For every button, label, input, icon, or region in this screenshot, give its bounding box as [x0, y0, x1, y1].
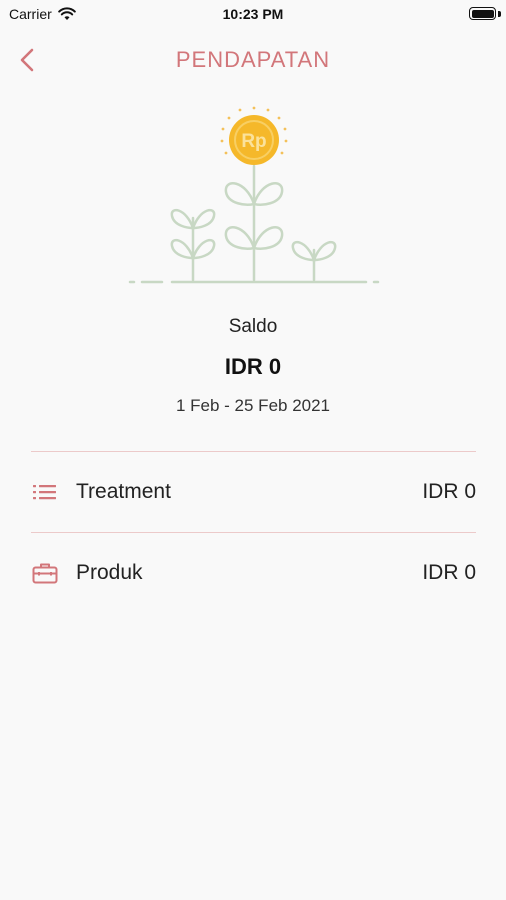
plant-left — [170, 208, 216, 282]
divider — [31, 532, 476, 533]
income-row-produk[interactable]: Produk IDR 0 — [31, 543, 476, 603]
briefcase-icon — [31, 559, 59, 587]
plant-right — [291, 240, 337, 282]
money-plant-illustration: Rp — [128, 106, 380, 284]
page-title: PENDAPATAN — [175, 47, 331, 72]
income-row-treatment[interactable]: Treatment IDR 0 — [31, 462, 476, 522]
row-label: Produk — [76, 561, 143, 584]
status-bar: Carrier 10:23 PM — [0, 0, 506, 28]
status-time: 10:23 PM — [222, 6, 284, 22]
row-value: IDR 0 — [422, 480, 476, 503]
balance-amount: IDR 0 — [224, 354, 282, 379]
row-value: IDR 0 — [422, 561, 476, 584]
coin-label: Rp — [241, 131, 266, 152]
date-range: 1 Feb - 25 Feb 2021 — [175, 396, 331, 415]
row-label: Treatment — [76, 480, 171, 503]
list-icon — [31, 478, 59, 506]
battery-icon — [469, 7, 496, 20]
battery-cap — [498, 11, 501, 17]
plant-center — [224, 164, 284, 282]
balance-label: Saldo — [228, 316, 278, 337]
divider — [31, 451, 476, 452]
nav-bar: PENDAPATAN — [0, 40, 506, 80]
